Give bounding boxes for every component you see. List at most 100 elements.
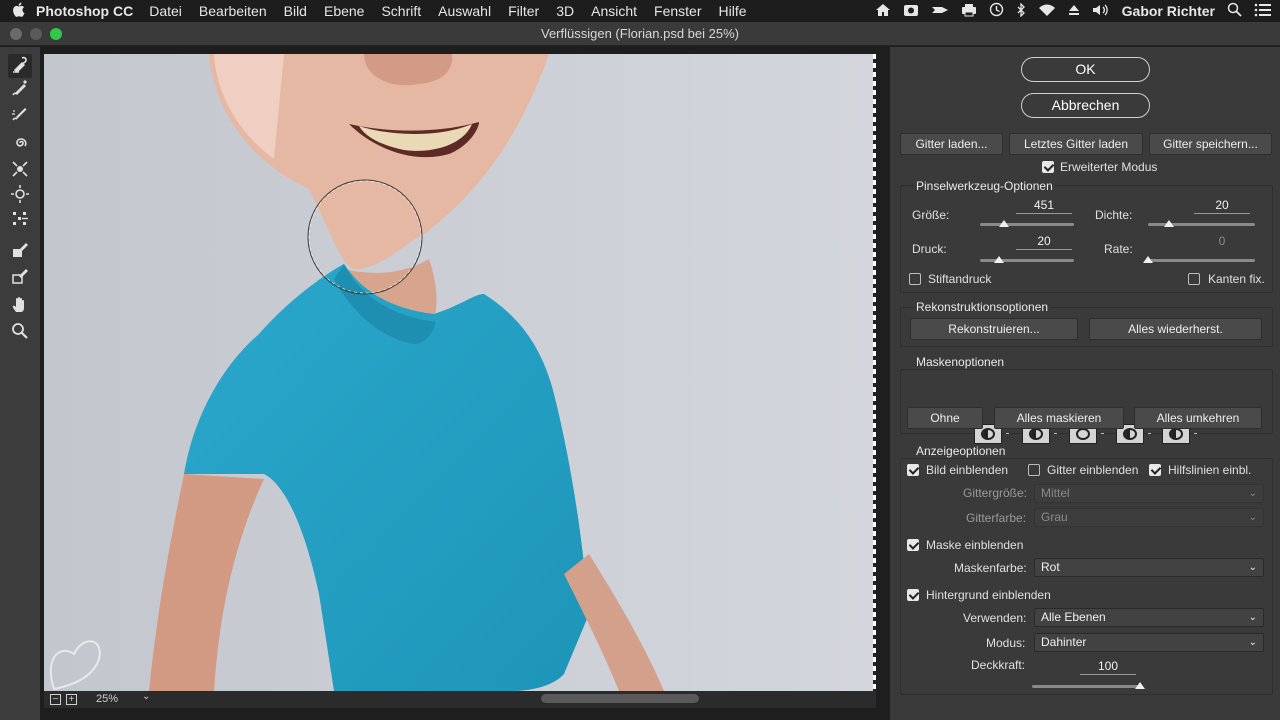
freeze-mask-tool[interactable] [8,240,32,264]
preview-canvas[interactable] [44,54,876,691]
show-image-checkbox[interactable] [907,464,919,476]
rate-slider-thumb[interactable] [1143,256,1153,263]
opacity-slider[interactable] [1032,685,1140,688]
zoom-tool[interactable] [8,321,32,345]
twirl-tool[interactable] [8,133,32,157]
menu-auswahl[interactable]: Auswahl [438,3,491,19]
brush-options-title: Pinselwerkzeug-Optionen [914,179,1055,193]
size-slider-thumb[interactable] [999,220,1010,227]
pin-edges-checkbox[interactable] [1188,273,1200,285]
hand-status-icon[interactable] [931,3,949,20]
apple-menu-icon[interactable] [0,2,36,21]
pressure-value[interactable]: 20 [1016,234,1072,250]
opacity-value[interactable]: 100 [1080,659,1136,675]
advanced-mode-checkbox[interactable] [1042,161,1054,173]
menu-ansicht[interactable]: Ansicht [591,3,637,19]
reconstruct-tool[interactable] [8,78,32,102]
density-slider-thumb[interactable] [1164,220,1175,227]
zoom-level[interactable]: 25% [96,693,118,705]
printer-icon[interactable] [961,3,977,20]
load-mesh-button[interactable]: Gitter laden... [900,133,1003,155]
horizontal-scrollbar[interactable] [541,694,699,703]
cancel-button[interactable]: Abbrechen [1021,93,1150,118]
mesh-color-select[interactable]: Grau ⌄ [1034,508,1264,527]
bluetooth-icon[interactable] [1016,1,1026,20]
menu-fenster[interactable]: Fenster [654,3,701,19]
menu-hilfe[interactable]: Hilfe [719,3,747,19]
menu-bearbeiten[interactable]: Bearbeiten [199,3,267,19]
zoom-in-button[interactable]: + [66,694,77,705]
show-mask-checkbox[interactable] [907,539,919,551]
reconstruct-button[interactable]: Rekonstruieren... [910,318,1078,340]
time-machine-icon[interactable] [989,2,1004,20]
mask-invert-menu-dot[interactable] [1194,433,1197,434]
rate-slider[interactable] [1148,259,1255,262]
save-mesh-button[interactable]: Gitter speichern... [1149,133,1272,155]
menu-bild[interactable]: Bild [284,3,307,19]
hand-tool[interactable] [8,295,32,319]
show-mesh-checkbox[interactable] [1028,464,1040,476]
mask-add-menu-dot[interactable] [1054,433,1057,434]
volume-icon[interactable] [1092,3,1110,20]
mode-select[interactable]: Dahinter ⌄ [1034,633,1264,652]
window-minimize-button[interactable] [30,28,42,40]
forward-warp-tool[interactable] [8,54,32,78]
menu-ebene[interactable]: Ebene [324,3,364,19]
ok-button[interactable]: OK [1021,57,1150,82]
rate-value[interactable]: 0 [1194,234,1250,250]
reconstruct-brush-icon [11,79,29,102]
smooth-tool[interactable] [8,103,32,127]
stylus-pressure-label: Stiftandruck [928,272,992,286]
mask-none-button[interactable]: Ohne [907,407,983,429]
show-guides-checkbox[interactable] [1149,464,1161,476]
home-icon[interactable] [875,3,891,20]
mask-color-value: Rot [1041,560,1060,574]
chevron-down-icon: ⌄ [1248,637,1257,648]
window-close-button[interactable] [10,28,22,40]
mask-intersect-menu-dot[interactable] [1148,433,1151,434]
opacity-label: Deckkraft: [971,658,1026,672]
hand-icon [11,296,29,319]
load-last-mesh-button[interactable]: Letztes Gitter laden [1009,133,1143,155]
invert-all-button[interactable]: Alles umkehren [1134,407,1262,429]
mask-replace-menu-dot[interactable] [1006,433,1009,434]
show-backdrop-checkbox[interactable] [907,589,919,601]
mesh-size-value: Mittel [1041,486,1070,500]
wifi-icon[interactable] [1038,3,1056,20]
app-menu[interactable]: Photoshop CC [36,3,133,19]
bloat-tool[interactable] [8,184,32,208]
pucker-tool[interactable] [8,159,32,183]
thaw-mask-tool[interactable] [8,266,32,290]
opacity-slider-thumb[interactable] [1135,682,1145,689]
zoom-out-button[interactable]: − [50,694,61,705]
zoom-dropdown-chevron-icon[interactable]: ⌄ [142,691,150,702]
mask-color-select[interactable]: Rot ⌄ [1034,558,1264,577]
restore-all-button[interactable]: Alles wiederherst. [1089,318,1262,340]
pucker-icon [11,160,29,183]
freeze-mask-icon [11,241,29,264]
menu-filter[interactable]: Filter [508,3,539,19]
chevron-down-icon: ⌄ [1248,488,1257,499]
spotlight-search-icon[interactable] [1227,2,1242,20]
use-label: Verwenden: [963,611,1027,625]
window-title: Verflüssigen (Florian.psd bei 25%) [541,26,739,41]
size-value[interactable]: 451 [1016,198,1072,214]
menu-3d[interactable]: 3D [556,3,574,19]
window-zoom-button[interactable] [50,28,62,40]
menu-schrift[interactable]: Schrift [381,3,421,19]
menu-bar: Photoshop CC Datei Bearbeiten Bild Ebene… [0,0,1280,22]
notification-center-icon[interactable] [1254,3,1272,20]
camera-icon[interactable] [903,3,919,20]
pressure-slider-thumb[interactable] [993,256,1004,263]
stylus-pressure-checkbox[interactable] [909,273,921,285]
user-name[interactable]: Gabor Richter [1122,3,1215,19]
density-value[interactable]: 20 [1194,198,1250,214]
eject-icon[interactable] [1068,4,1080,19]
size-slider[interactable] [980,223,1074,226]
mask-all-button[interactable]: Alles maskieren [994,407,1124,429]
push-left-tool[interactable] [8,209,32,233]
mesh-size-select[interactable]: Mittel ⌄ [1034,484,1264,503]
mask-subtract-menu-dot[interactable] [1101,433,1104,434]
use-select[interactable]: Alle Ebenen ⌄ [1034,608,1264,627]
menu-datei[interactable]: Datei [149,3,182,19]
